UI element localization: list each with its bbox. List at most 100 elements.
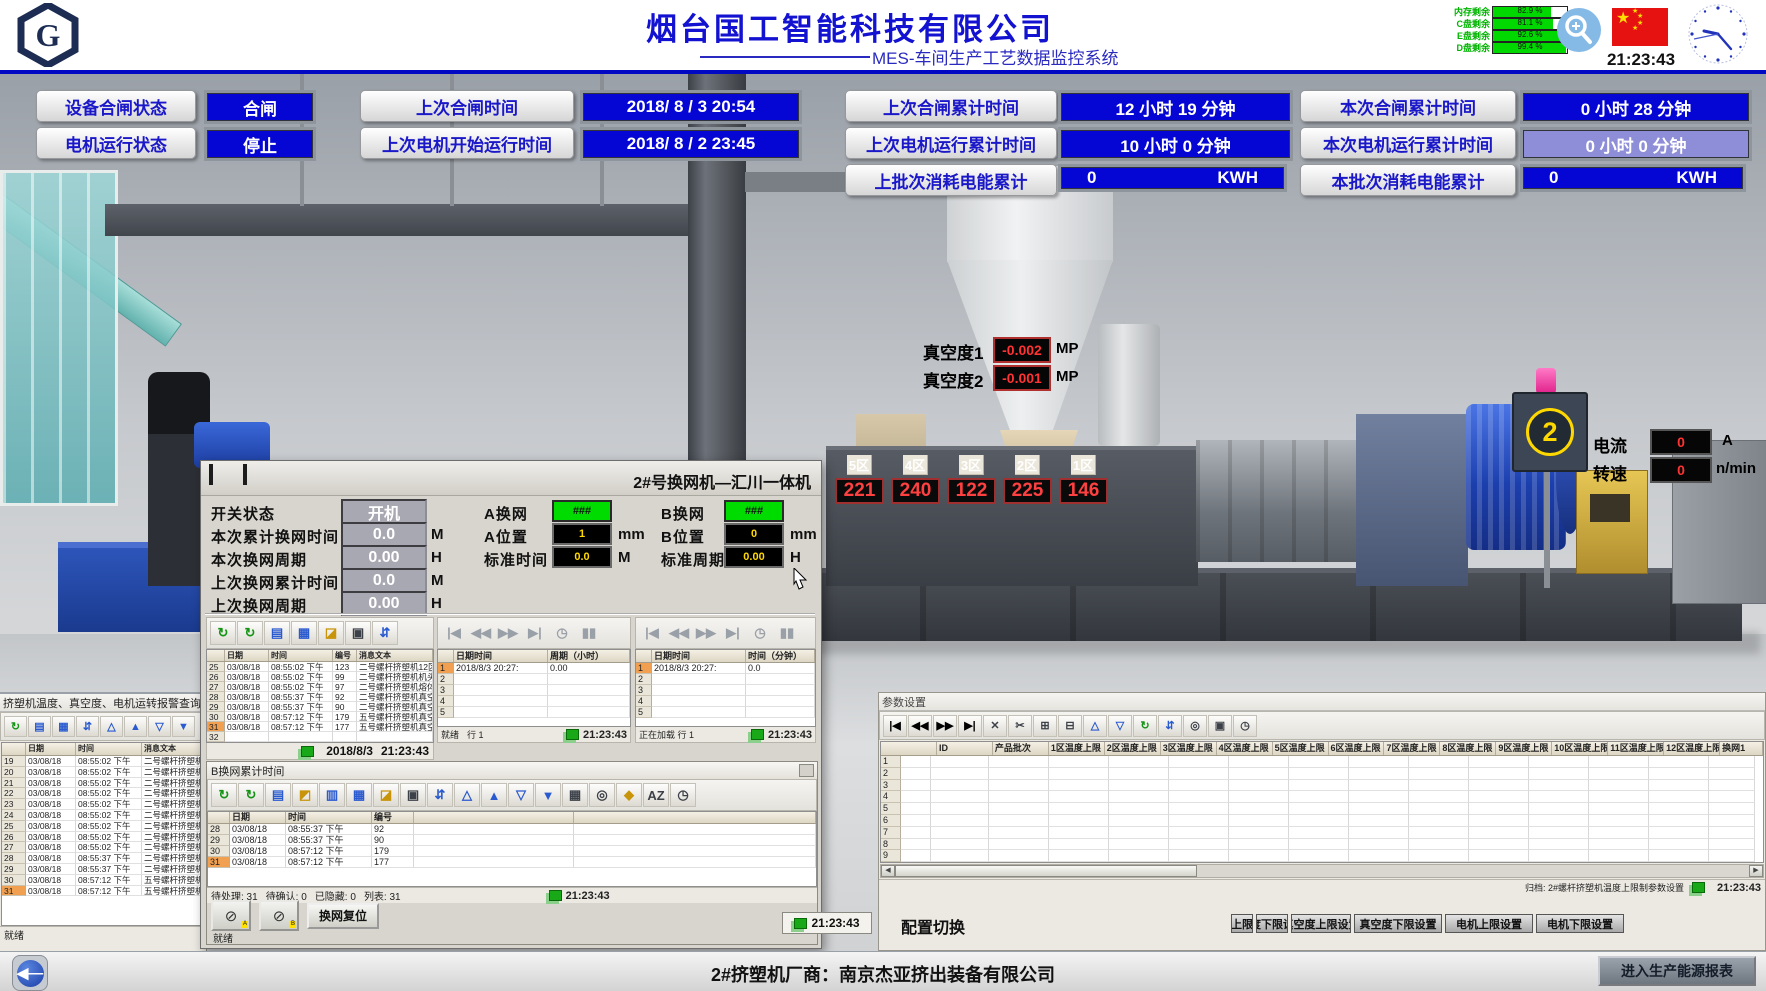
next-icon[interactable]: ▶▶ (693, 621, 719, 645)
reload-db-icon[interactable]: ↻ (238, 783, 264, 807)
find-icon[interactable]: ◎ (589, 783, 615, 807)
db-icon[interactable]: ▤ (264, 621, 290, 645)
table-row[interactable]: 2603/08/1808:55:02 下午二号螺杆挤塑机 (2, 832, 204, 843)
first-icon[interactable]: |◀ (639, 621, 665, 645)
table-row[interactable]: 2503/08/1808:55:02 下午二号螺杆挤塑机 (2, 821, 204, 832)
table-row[interactable]: 5 (881, 803, 1763, 815)
settings-button[interactable]: 电机上限设置 (1445, 914, 1533, 933)
table-row[interactable]: 2803/08/1808:55:37 下午二号螺杆挤塑机 (2, 853, 204, 864)
copy-icon[interactable]: ⊞ (1033, 715, 1057, 737)
table-row[interactable]: 2103/08/1808:55:02 下午二号螺杆挤塑机 (2, 778, 204, 789)
sort-icon[interactable]: ⇵ (76, 716, 99, 737)
table-row[interactable]: 2403/08/1808:55:02 下午二号螺杆挤塑机 (2, 810, 204, 821)
zone-readout[interactable]: 4区240 (890, 455, 941, 504)
print-icon[interactable]: ▣ (400, 783, 426, 807)
reload-db-icon[interactable]: ↻ (237, 621, 263, 645)
settings-button[interactable]: 真空度上限设置 (1291, 914, 1351, 933)
settings-button[interactable]: 温度上限设置 (1231, 914, 1253, 933)
settings-button[interactable]: 真空度下限设置 (1354, 914, 1442, 933)
bottom-icon[interactable]: ▼ (535, 783, 561, 807)
table-row[interactable]: 2903/08/1808:55:37 下午90 (208, 835, 816, 846)
prev-icon[interactable]: ◀◀ (908, 715, 932, 737)
table-row[interactable]: 32 (207, 732, 433, 742)
down-icon[interactable]: ▽ (148, 716, 171, 737)
reload-db-icon[interactable]: ↻ (4, 716, 27, 737)
table-row[interactable]: 3003/08/1808:57:12 下午五号螺杆挤塑机 (2, 875, 204, 886)
note-back-icon[interactable]: ▦ (52, 716, 75, 737)
note-back-icon[interactable]: ▦ (346, 783, 372, 807)
b-window-titlebar[interactable]: B换网累计时间 (207, 762, 817, 779)
table-row[interactable]: 5 (438, 707, 630, 718)
paste-icon[interactable]: ⊟ (1058, 715, 1082, 737)
table-row[interactable]: 6 (881, 815, 1763, 827)
last-icon[interactable]: ▶| (720, 621, 746, 645)
up-icon[interactable]: △ (1083, 715, 1107, 737)
table-row[interactable]: 7 (881, 827, 1763, 839)
timer-icon[interactable]: ◷ (549, 621, 575, 645)
top-icon[interactable]: ▲ (124, 716, 147, 737)
down-icon[interactable]: ▽ (1108, 715, 1132, 737)
table-row[interactable]: 3003/08/1808:57:12 下午179五号螺杆挤塑机真空度1 (207, 712, 433, 722)
note-icon[interactable]: ▦ (562, 783, 588, 807)
table-row[interactable]: 3103/08/1808:57:12 下午177五号螺杆挤塑机真空度2 (207, 722, 433, 732)
monitor-icon[interactable] (209, 466, 237, 490)
timer-icon[interactable]: ◷ (747, 621, 773, 645)
zone-readout[interactable]: 1区146 (1058, 455, 1109, 504)
next-icon[interactable]: ▶▶ (933, 715, 957, 737)
next-icon[interactable]: ▶▶ (495, 621, 521, 645)
screen-a-indicator-button[interactable]: ⊘A (211, 900, 251, 931)
workstation-icon[interactable] (243, 466, 271, 490)
down-icon[interactable]: ▽ (508, 783, 534, 807)
zone-readout[interactable]: 5区221 (834, 455, 885, 504)
table-row[interactable]: 2603/08/1808:55:02 下午99二号螺杆挤塑机机头温度 (207, 672, 433, 682)
lock-back-icon[interactable]: ◪ (318, 621, 344, 645)
table-row[interactable]: 3103/08/1808:57:12 下午177 (208, 857, 816, 868)
key-icon[interactable]: ◆ (616, 783, 642, 807)
first-icon[interactable]: |◀ (883, 715, 907, 737)
reload-icon[interactable]: ↻ (1133, 715, 1157, 737)
scroll-thumb[interactable] (895, 865, 1197, 877)
chart-icon[interactable]: ▥ (319, 783, 345, 807)
find-icon[interactable]: ◎ (1183, 715, 1207, 737)
cut-icon[interactable]: ✂ (1008, 715, 1032, 737)
table-row[interactable]: 4 (438, 696, 630, 707)
energy-report-button[interactable]: 进入生产能源报表 (1598, 956, 1756, 986)
scroll-left-icon[interactable]: ◀ (881, 865, 895, 877)
table-row[interactable]: 3 (438, 685, 630, 696)
table-row[interactable]: 1 (881, 756, 1763, 768)
prev-icon[interactable]: ◀◀ (666, 621, 692, 645)
table-row[interactable]: 3003/08/1808:57:12 下午179 (208, 846, 816, 857)
table-row[interactable]: 12018/8/3 20:27:0.00 (438, 663, 630, 674)
table-row[interactable]: 4 (636, 696, 815, 707)
table-row[interactable]: 5 (636, 707, 815, 718)
table-row[interactable]: 3 (636, 685, 815, 696)
horizontal-scrollbar[interactable]: ◀ ▶ (880, 864, 1764, 878)
clock-icon[interactable]: ◷ (670, 783, 696, 807)
table-row[interactable]: 3103/08/1808:57:12 下午五号螺杆挤塑机 (2, 886, 204, 897)
table-row[interactable]: 2903/08/1808:55:37 下午二号螺杆挤塑机 (2, 864, 204, 875)
sort-icon[interactable]: ⇵ (1158, 715, 1182, 737)
print-icon[interactable]: ▣ (345, 621, 371, 645)
sort-icon[interactable]: ⇵ (427, 783, 453, 807)
reload-icon[interactable]: ↻ (210, 621, 236, 645)
last-icon[interactable]: ▶| (958, 715, 982, 737)
table-row[interactable]: 2 (881, 768, 1763, 780)
table-row[interactable]: 2703/08/1808:55:02 下午二号螺杆挤塑机 (2, 842, 204, 853)
lock-icon[interactable]: ◩ (292, 783, 318, 807)
popup-titlebar[interactable]: 2#号换网机—汇川一体机 (201, 461, 821, 496)
table-row[interactable]: 2903/08/1808:55:37 下午90二号螺杆挤塑机真空度2 (207, 702, 433, 712)
scroll-right-icon[interactable]: ▶ (1749, 865, 1763, 877)
sort-icon[interactable]: ⇵ (372, 621, 398, 645)
az-icon[interactable]: AZ (643, 783, 669, 807)
table-row[interactable]: 2 (438, 674, 630, 685)
first-icon[interactable]: |◀ (441, 621, 467, 645)
pause-icon[interactable]: ▮▮ (576, 621, 602, 645)
db-icon[interactable]: ▤ (28, 716, 51, 737)
table-row[interactable]: 4 (881, 791, 1763, 803)
table-row[interactable]: 2003/08/1808:55:02 下午二号螺杆挤塑机 (2, 767, 204, 778)
top-icon[interactable]: ▲ (481, 783, 507, 807)
table-row[interactable]: 1903/08/1808:55:02 下午二号螺杆挤塑机 (2, 756, 204, 767)
clock-icon[interactable]: ◷ (1233, 715, 1257, 737)
zone-readout[interactable]: 3区122 (946, 455, 997, 504)
prev-icon[interactable]: ◀◀ (468, 621, 494, 645)
